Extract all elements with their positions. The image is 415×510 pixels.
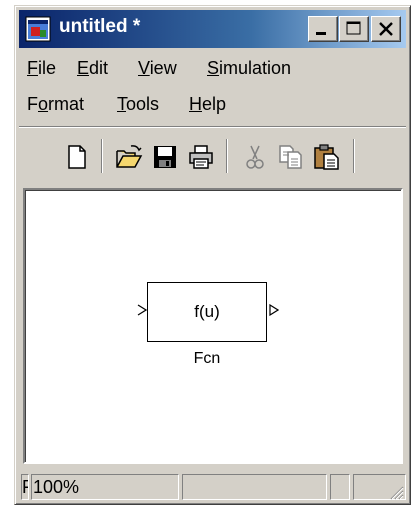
menu-view[interactable]: View bbox=[138, 58, 177, 79]
status-bar: F 100% bbox=[19, 472, 406, 502]
toolbar-separator bbox=[226, 139, 228, 173]
simulink-app-icon bbox=[25, 16, 51, 42]
window-title: untitled * bbox=[59, 16, 141, 37]
cut-icon[interactable] bbox=[241, 143, 269, 171]
menu-help[interactable]: Help bbox=[189, 94, 226, 115]
menu-bar-row-1: File Edit View Simulation bbox=[19, 52, 406, 86]
print-icon[interactable] bbox=[187, 143, 215, 171]
menu-file[interactable]: File bbox=[27, 58, 56, 79]
input-port-icon[interactable] bbox=[137, 304, 147, 316]
output-port-icon[interactable] bbox=[269, 304, 279, 316]
fcn-block[interactable]: f(u) bbox=[147, 282, 267, 342]
maximize-icon bbox=[346, 21, 361, 35]
zoom-level: 100% bbox=[31, 474, 179, 500]
model-canvas[interactable]: f(u) Fcn bbox=[23, 188, 403, 464]
save-icon[interactable] bbox=[151, 143, 179, 171]
menu-edit[interactable]: Edit bbox=[77, 58, 108, 79]
minimize-icon bbox=[316, 32, 326, 35]
copy-icon[interactable] bbox=[277, 143, 305, 171]
maximize-button[interactable] bbox=[339, 16, 369, 42]
menu-simulation[interactable]: Simulation bbox=[207, 58, 291, 79]
model-window: untitled * File Edit View Simulation For… bbox=[14, 5, 411, 505]
fcn-block-name[interactable]: Fcn bbox=[147, 350, 267, 368]
title-bar[interactable]: untitled * bbox=[19, 10, 406, 48]
paste-icon[interactable] bbox=[313, 143, 341, 171]
status-cell-left: F bbox=[21, 474, 29, 500]
close-icon bbox=[379, 22, 393, 36]
menu-bar-row-2: Format Tools Help bbox=[19, 88, 406, 122]
open-icon[interactable] bbox=[115, 143, 143, 171]
menu-tools[interactable]: Tools bbox=[117, 94, 159, 115]
fcn-expression: f(u) bbox=[194, 302, 220, 321]
menu-format[interactable]: Format bbox=[27, 94, 84, 115]
minimize-button[interactable] bbox=[308, 16, 338, 42]
status-cell-right-1 bbox=[330, 474, 350, 500]
close-button[interactable] bbox=[371, 16, 401, 42]
toolbar-separator bbox=[353, 139, 355, 173]
toolbar bbox=[19, 126, 406, 185]
new-icon[interactable] bbox=[63, 143, 91, 171]
status-cell-middle bbox=[182, 474, 327, 500]
resize-grip-icon[interactable] bbox=[388, 484, 404, 500]
toolbar-separator bbox=[101, 139, 103, 173]
